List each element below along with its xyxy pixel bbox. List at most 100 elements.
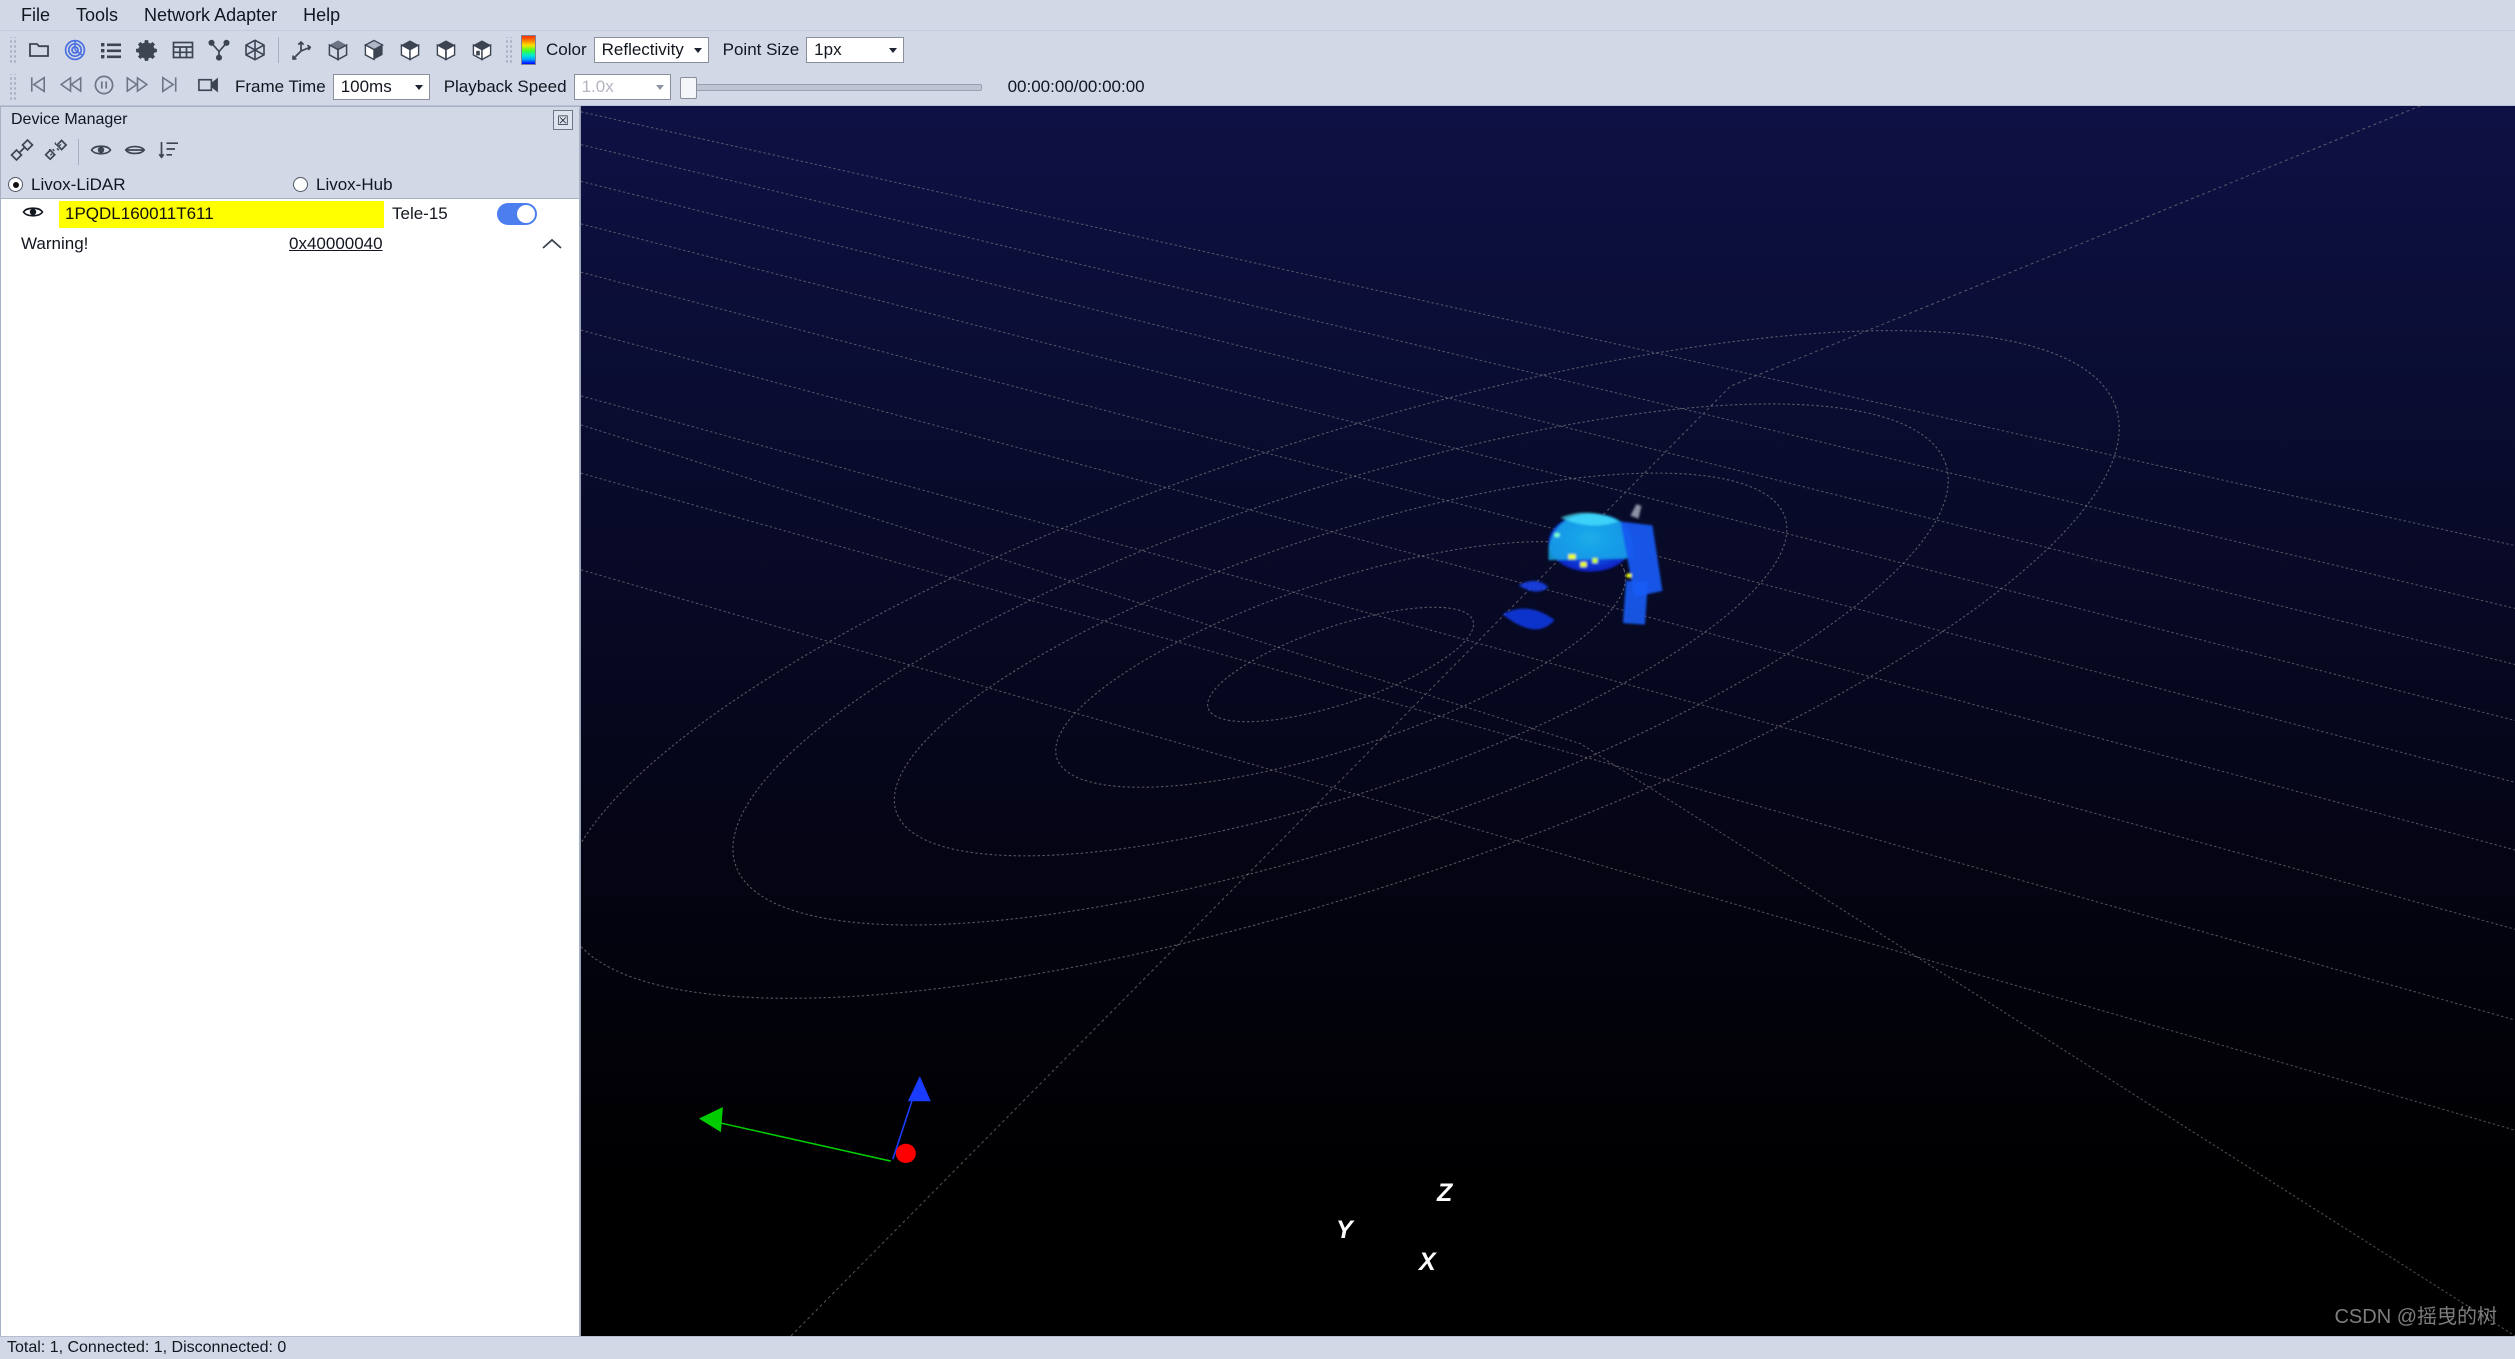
- device-model-label: Tele-15: [392, 204, 448, 223]
- view-right-button[interactable]: [464, 33, 500, 67]
- hide-all-button[interactable]: [118, 136, 152, 168]
- fast-forward-button[interactable]: [120, 72, 153, 102]
- chevron-down-icon: [883, 47, 903, 53]
- sort-button[interactable]: [152, 136, 186, 168]
- show-all-button[interactable]: [84, 136, 118, 168]
- radio-livox-lidar[interactable]: Livox-LiDAR: [8, 175, 293, 195]
- color-mode-value: Reflectivity: [601, 40, 684, 59]
- livox-viewer-window: File Tools Network Adapter Help Color Re…: [0, 0, 2515, 1359]
- radio-livox-hub[interactable]: Livox-Hub: [293, 175, 393, 195]
- axis-arrow-z: [907, 1076, 931, 1102]
- axis-gizmo: [698, 1076, 931, 1164]
- connect-link-icon: [10, 138, 34, 167]
- axes-button[interactable]: [284, 33, 320, 67]
- main-body: Device Manager ☒ Livox-LiDAR Livox-Hub 1…: [0, 106, 2515, 1336]
- menu-item-help[interactable]: Help: [290, 2, 353, 29]
- device-row[interactable]: 1PQDL160011T611 Tele-15: [1, 199, 579, 229]
- device-manager-titlebar: Device Manager ☒: [0, 106, 580, 133]
- folder-open-button[interactable]: [21, 33, 57, 67]
- toolbar-drag-handle[interactable]: [8, 37, 17, 63]
- eye-icon: [89, 138, 113, 167]
- wireframe-cube-button[interactable]: [237, 33, 273, 67]
- device-mode-radio-group: Livox-LiDAR Livox-Hub: [0, 171, 580, 199]
- table-view-button[interactable]: [165, 33, 201, 67]
- cube-front-icon: [398, 38, 422, 62]
- view-top-button[interactable]: [356, 33, 392, 67]
- frame-time-label: Frame Time: [235, 77, 326, 96]
- table-icon: [171, 38, 195, 62]
- chevron-down-icon: [409, 84, 429, 90]
- toggle-knob: [516, 205, 535, 223]
- sort-list-icon: [157, 138, 181, 167]
- cube-left-icon: [434, 38, 458, 62]
- cube-iso-icon: [326, 38, 350, 62]
- wireframe-cube-icon: [243, 38, 267, 62]
- device-enable-toggle[interactable]: [496, 203, 537, 225]
- view-front-button[interactable]: [392, 33, 428, 67]
- axis-origin-x: [895, 1143, 916, 1164]
- playback-toolbar: Frame Time 100ms Playback Speed 1.0x 00:…: [0, 69, 2515, 106]
- topology-icon: [207, 38, 231, 62]
- first-frame-button[interactable]: [21, 72, 54, 102]
- point-cloud-viewport[interactable]: Z Y X Reflectivity 255.00 204.00 153.00 …: [581, 106, 2515, 1336]
- toolbar-separator-1: [278, 37, 279, 63]
- radio-livox-hub-label: Livox-Hub: [316, 174, 393, 194]
- frame-time-select[interactable]: 100ms: [332, 74, 430, 100]
- last-frame-button[interactable]: [153, 72, 186, 102]
- close-icon[interactable]: ☒: [553, 110, 573, 130]
- timecode-display: 00:00:00/00:00:00: [1007, 77, 1145, 96]
- color-mode-select[interactable]: Reflectivity: [593, 37, 709, 63]
- eye-icon[interactable]: [21, 200, 45, 229]
- radio-livox-lidar-label: Livox-LiDAR: [31, 174, 126, 194]
- record-video-icon: [197, 75, 220, 100]
- view-left-button[interactable]: [428, 33, 464, 67]
- topology-button[interactable]: [201, 33, 237, 67]
- device-manager-panel: Device Manager ☒ Livox-LiDAR Livox-Hub 1…: [0, 106, 581, 1336]
- frame-time-value: 100ms: [340, 77, 392, 96]
- colormap-swatch-icon[interactable]: [521, 35, 536, 65]
- skip-to-start-icon: [27, 74, 48, 100]
- chevron-up-icon[interactable]: [539, 233, 565, 255]
- color-label: Color: [546, 40, 587, 59]
- cube-top-icon: [362, 38, 386, 62]
- radar-icon: [63, 38, 87, 62]
- axis-arrow-y: [698, 1107, 723, 1133]
- device-list-button[interactable]: [93, 33, 129, 67]
- device-serial-field[interactable]: 1PQDL160011T611: [59, 200, 384, 228]
- record-video-button[interactable]: [192, 72, 225, 102]
- status-text: Total: 1, Connected: 1, Disconnected: 0: [7, 1339, 287, 1356]
- timeline-slider[interactable]: [679, 76, 982, 99]
- lidar-point-cloud: [1502, 504, 1663, 630]
- timeline-track[interactable]: [679, 76, 982, 99]
- ground-grid-lines: [581, 106, 2515, 1336]
- main-toolbar: Color Reflectivity Point Size 1px: [0, 31, 2515, 69]
- device-toolbar-separator: [78, 139, 79, 165]
- point-size-select[interactable]: 1px: [806, 37, 905, 63]
- playback-speed-value: 1.0x: [581, 77, 614, 96]
- menu-item-network-adapter[interactable]: Network Adapter: [131, 2, 290, 29]
- disconnect-button[interactable]: [39, 136, 73, 168]
- warning-code-link[interactable]: 0x40000040: [289, 234, 383, 254]
- gear-icon: [135, 38, 160, 63]
- radar-scan-button[interactable]: [57, 33, 93, 67]
- device-warning-row: Warning! 0x40000040: [1, 229, 579, 259]
- pause-button[interactable]: [87, 72, 120, 102]
- settings-button[interactable]: [129, 33, 165, 67]
- cube-right-icon: [470, 38, 494, 62]
- menu-item-tools[interactable]: Tools: [63, 2, 131, 29]
- folder-open-icon: [27, 38, 51, 62]
- radio-dot-icon: [293, 177, 308, 192]
- point-size-value: 1px: [814, 40, 842, 59]
- menu-bar: File Tools Network Adapter Help: [0, 0, 2515, 31]
- menu-item-file[interactable]: File: [8, 2, 63, 29]
- axes-icon: [290, 38, 314, 62]
- playback-speed-select[interactable]: 1.0x: [573, 74, 671, 100]
- timeline-knob[interactable]: [679, 76, 697, 99]
- rewind-button[interactable]: [54, 72, 87, 102]
- playback-drag-handle[interactable]: [8, 74, 17, 100]
- connect-button[interactable]: [5, 136, 39, 168]
- chevron-down-icon: [650, 84, 670, 90]
- axis-line-y: [700, 1117, 892, 1162]
- view-iso-button[interactable]: [320, 33, 356, 67]
- toolbar-drag-handle-2[interactable]: [504, 37, 513, 63]
